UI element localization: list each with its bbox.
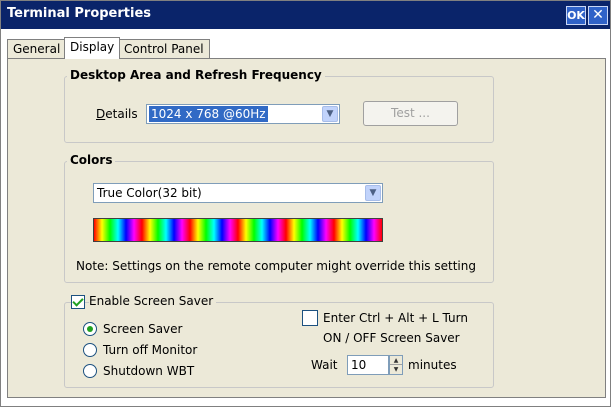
- ctrl-alt-l-checkbox[interactable]: [302, 310, 318, 326]
- chevron-down-icon[interactable]: ▼: [365, 185, 381, 201]
- enable-screen-saver-checkbox[interactable]: [71, 295, 85, 309]
- close-button[interactable]: ✕: [588, 6, 608, 25]
- close-icon: ✕: [592, 7, 604, 23]
- desktop-area-heading: Desktop Area and Refresh Frequency: [67, 68, 325, 82]
- wait-minutes-value: 10: [351, 358, 367, 372]
- colors-group: Colors True Color(32 bit) ▼ Note: Settin…: [64, 153, 494, 283]
- shutdown-wbt-label: Shutdown WBT: [103, 364, 195, 378]
- screen-saver-group: Enable Screen Saver Screen Saver Turn of…: [64, 294, 494, 388]
- wait-minutes-stepper[interactable]: ▲ ▼: [389, 355, 403, 375]
- wait-minutes-input[interactable]: 10: [347, 355, 389, 375]
- test-button[interactable]: Test ...: [363, 101, 458, 126]
- shutdown-wbt-radio[interactable]: [83, 364, 97, 378]
- desktop-area-group: Desktop Area and Refresh Frequency Detai…: [64, 68, 494, 143]
- chevron-down-icon[interactable]: ▼: [322, 106, 338, 122]
- window-title: Terminal Properties: [7, 6, 152, 21]
- color-depth-value: True Color(32 bit): [97, 186, 202, 200]
- resolution-value: 1024 x 768 @60Hz: [149, 106, 268, 122]
- ctrl-alt-l-label-line1: Enter Ctrl + Alt + L Turn: [323, 311, 468, 325]
- resolution-dropdown[interactable]: 1024 x 768 @60Hz ▼: [146, 104, 340, 124]
- screen-saver-radio-label: Screen Saver: [103, 322, 183, 336]
- ok-button[interactable]: OK: [566, 6, 586, 25]
- colors-note: Note: Settings on the remote computer mi…: [76, 259, 476, 273]
- tab-display[interactable]: Display: [64, 37, 121, 59]
- display-tab-panel: Desktop Area and Refresh Frequency Detai…: [7, 58, 606, 398]
- turn-off-monitor-label: Turn off Monitor: [103, 343, 198, 357]
- turn-off-monitor-radio[interactable]: [83, 343, 97, 357]
- title-bar: Terminal Properties OK ✕: [1, 1, 610, 29]
- ctrl-alt-l-label-line2: ON / OFF Screen Saver: [323, 331, 460, 345]
- screen-saver-radio[interactable]: [83, 322, 97, 336]
- spin-down-icon[interactable]: ▼: [390, 365, 402, 374]
- wait-label: Wait: [311, 358, 338, 372]
- details-label: Details: [96, 107, 138, 121]
- color-depth-dropdown[interactable]: True Color(32 bit) ▼: [93, 183, 383, 203]
- minutes-label: minutes: [408, 358, 457, 372]
- spin-up-icon[interactable]: ▲: [390, 356, 402, 365]
- terminal-properties-window: Terminal Properties OK ✕ General Display…: [0, 0, 611, 407]
- colors-heading: Colors: [67, 153, 116, 167]
- color-spectrum-preview: [93, 218, 383, 242]
- tab-general[interactable]: General: [7, 39, 67, 59]
- tab-control-panel[interactable]: Control Panel: [118, 39, 210, 59]
- enable-screen-saver-label: Enable Screen Saver: [89, 294, 217, 308]
